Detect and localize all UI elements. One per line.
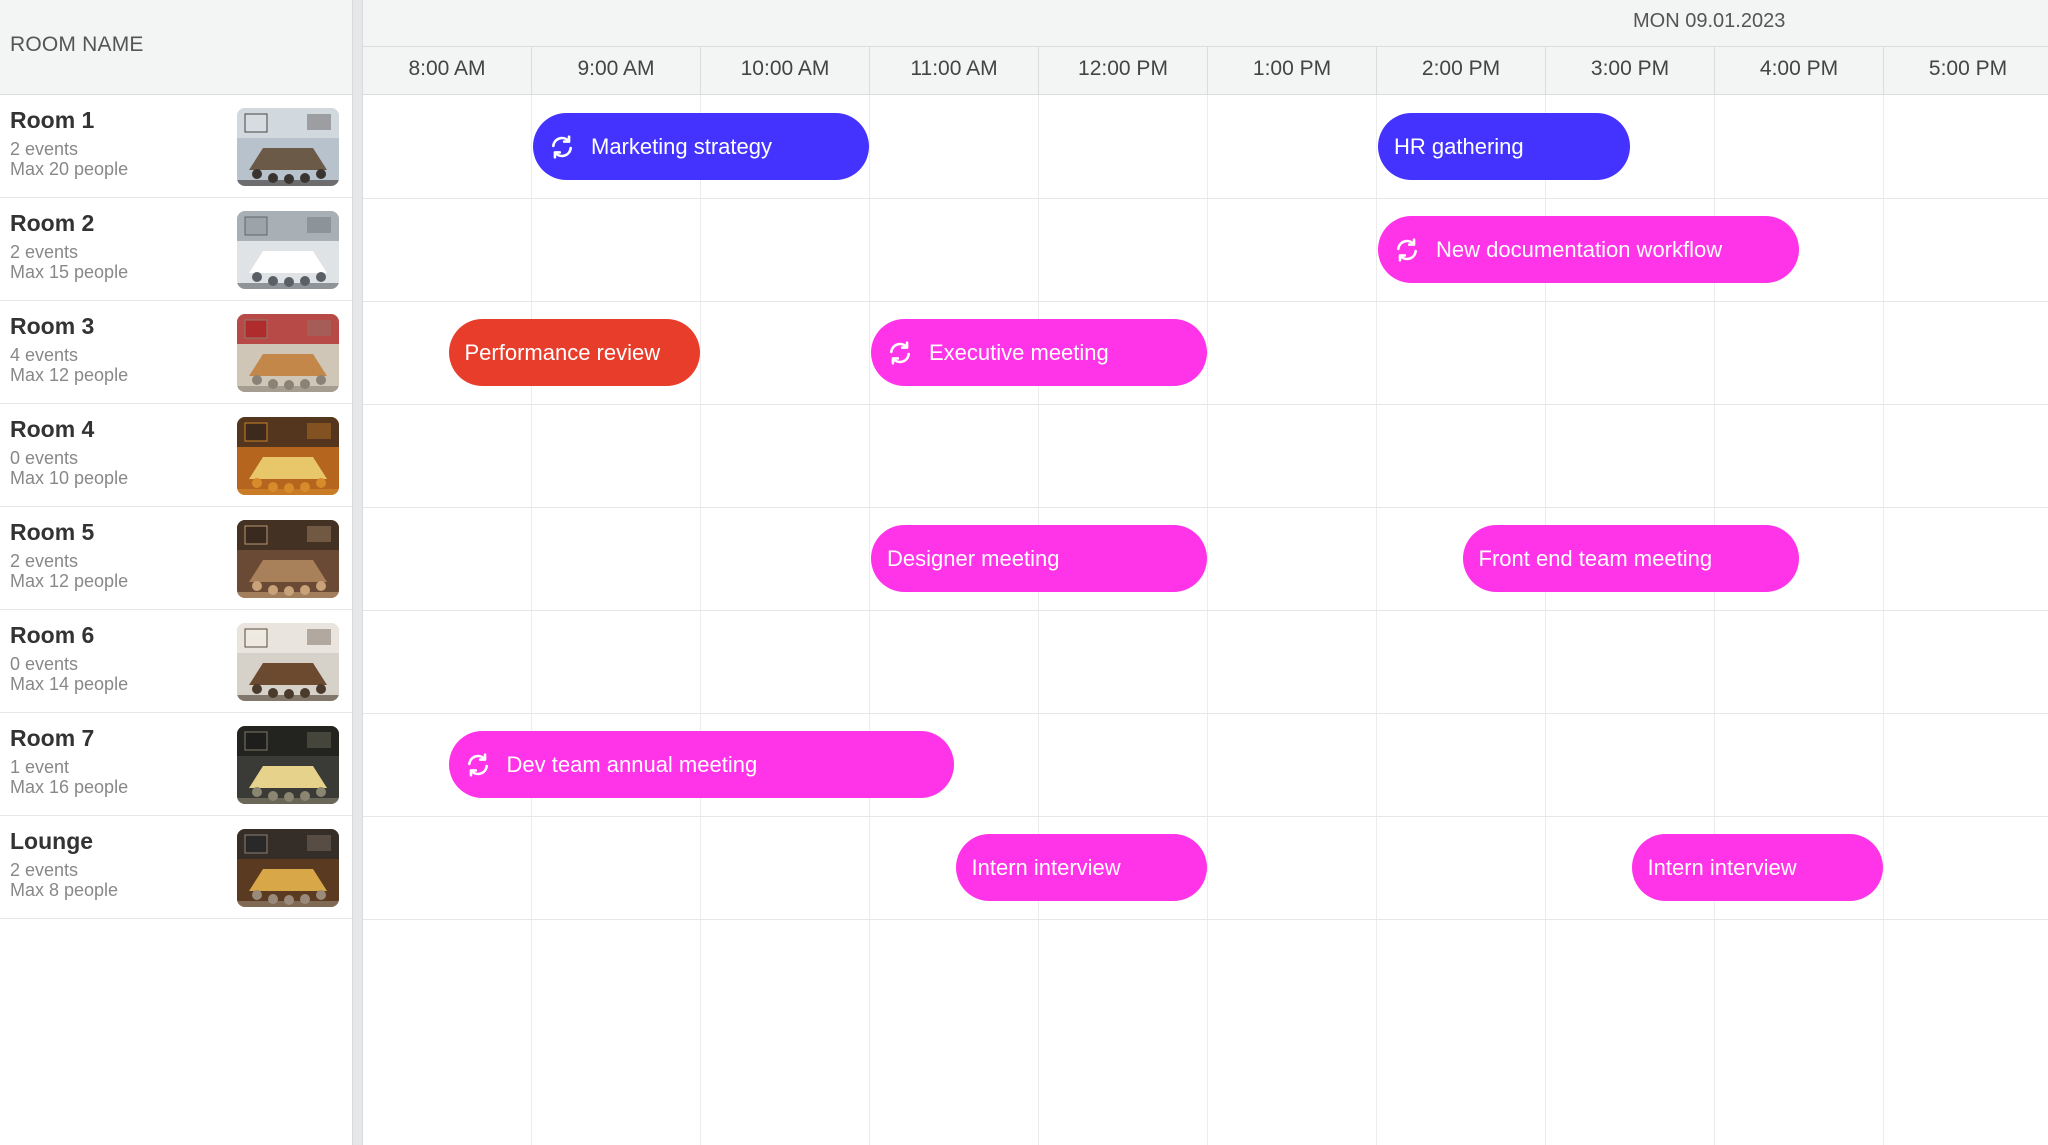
conference-room-photo <box>237 726 339 804</box>
timeline-header: MON 09.01.2023 8:00 AM 9:00 AM 10:00 AM 11:… <box>363 0 2048 96</box>
room-event-count: 0 events <box>10 448 79 468</box>
room-name: Room 5 <box>10 519 95 545</box>
room-event-count: 2 events <box>10 139 79 159</box>
event-block[interactable]: Intern interview <box>1631 834 1883 901</box>
event-title: Performance review <box>464 339 661 365</box>
grid-row-line <box>363 301 2048 302</box>
event-title: Front end team meeting <box>1478 545 1713 571</box>
event-title: New documentation workflow <box>1436 236 1723 262</box>
conference-room-photo <box>237 314 339 392</box>
grid-column-line <box>1038 95 1039 1145</box>
recurring-icon <box>1394 237 1420 263</box>
recurring-icon <box>465 752 491 778</box>
room-event-count: 0 events <box>10 654 79 674</box>
room-name: Room 4 <box>10 416 95 442</box>
date-label: MON 09.01.2023 <box>1633 10 1786 32</box>
room-event-count: 2 events <box>10 242 79 262</box>
room-name: Room 3 <box>10 313 95 339</box>
lounge-photo <box>237 829 339 907</box>
room-capacity: Max 10 people <box>10 468 129 488</box>
hours-row: 8:00 AM 9:00 AM 10:00 AM 11:00 AM 12:00 PM 1:… <box>363 46 2048 96</box>
hour-label: 10:00 AM <box>701 47 870 96</box>
room-event-count: 2 events <box>10 551 79 571</box>
hour-label: 3:00 PM <box>1546 47 1715 96</box>
hour-label: 11:00 AM <box>870 47 1039 96</box>
grid-row-line <box>363 919 2048 920</box>
event-block[interactable]: Executive meeting <box>871 319 1207 386</box>
event-block[interactable]: New documentation workflow <box>1378 216 1799 283</box>
grid-column-line <box>869 95 870 1145</box>
conference-room-photo <box>237 520 339 598</box>
room-capacity: Max 12 people <box>10 365 129 385</box>
event-title: Intern interview <box>1647 854 1797 880</box>
room-row[interactable]: Room 4 0 events Max 10 people <box>0 404 352 507</box>
room-row[interactable]: Room 3 4 events Max 12 people <box>0 301 352 404</box>
event-title: Designer meeting <box>887 545 1060 571</box>
room-capacity: Max 20 people <box>10 159 129 179</box>
room-row[interactable]: Room 5 2 events Max 12 people <box>0 507 352 610</box>
room-event-count: 4 events <box>10 345 79 365</box>
room-capacity: Max 12 people <box>10 571 129 591</box>
hour-label: 9:00 AM <box>532 47 701 96</box>
event-title: Intern interview <box>971 854 1121 880</box>
hour-label: 12:00 PM <box>1039 47 1208 96</box>
room-name: Room 7 <box>10 725 95 751</box>
room-row[interactable]: Room 2 2 events Max 15 people <box>0 198 352 301</box>
event-block[interactable]: Performance review <box>448 319 700 386</box>
hour-label: 1:00 PM <box>1208 47 1377 96</box>
event-title: HR gathering <box>1394 133 1524 159</box>
event-block[interactable]: Dev team annual meeting <box>448 731 954 798</box>
room-name: Room 1 <box>10 107 95 133</box>
grid-column-line <box>531 95 532 1145</box>
room-capacity: Max 8 people <box>10 880 119 900</box>
hour-label: 5:00 PM <box>1884 47 2048 96</box>
room-event-count: 2 events <box>10 860 79 880</box>
room-row[interactable]: Room 7 1 event Max 16 people <box>0 713 352 816</box>
column-splitter[interactable] <box>352 0 363 1145</box>
grid-row-line <box>363 816 2048 817</box>
room-row[interactable]: Room 1 2 events Max 20 people <box>0 95 352 198</box>
event-title: Executive meeting <box>929 339 1109 365</box>
grid-row-line <box>363 713 2048 714</box>
room-capacity: Max 14 people <box>10 674 129 694</box>
hour-label: 2:00 PM <box>1377 47 1546 96</box>
conference-room-photo <box>237 108 339 186</box>
event-block[interactable]: Intern interview <box>955 834 1207 901</box>
grid-column-line <box>1207 95 1208 1145</box>
grid-column-line <box>1883 95 1884 1145</box>
grid-row-line <box>363 198 2048 199</box>
room-name: Room 2 <box>10 210 95 236</box>
grid-row-line <box>363 404 2048 405</box>
hour-label: 4:00 PM <box>1715 47 1884 96</box>
event-title: Marketing strategy <box>591 133 772 159</box>
event-block[interactable]: Front end team meeting <box>1462 525 1799 592</box>
recurring-icon <box>887 340 913 366</box>
event-block[interactable]: HR gathering <box>1378 113 1630 180</box>
conference-room-photo <box>237 623 339 701</box>
grid-column-line <box>1376 95 1377 1145</box>
event-block[interactable]: Marketing strategy <box>533 113 869 180</box>
recurring-icon <box>549 134 575 160</box>
conference-room-photo <box>237 417 339 495</box>
room-row[interactable]: Lounge 2 events Max 8 people <box>0 816 352 919</box>
room-list-title: ROOM NAME <box>10 33 144 56</box>
grid-row-line <box>363 610 2048 611</box>
room-event-count: 1 event <box>10 757 70 777</box>
event-title: Dev team annual meeting <box>506 751 758 777</box>
room-list-header: ROOM NAME <box>0 0 352 95</box>
room-capacity: Max 15 people <box>10 262 129 282</box>
grid-row-line <box>363 507 2048 508</box>
room-name: Room 6 <box>10 622 95 648</box>
room-list: ROOM NAME Room 12 events Max 20 people Ro… <box>0 0 352 1145</box>
room-capacity: Max 16 people <box>10 777 129 797</box>
grid-column-line <box>700 95 701 1145</box>
room-row[interactable]: Room 6 0 events Max 14 people <box>0 610 352 713</box>
event-block[interactable]: Designer meeting <box>871 525 1207 592</box>
hour-label: 8:00 AM <box>363 47 532 96</box>
timeline: MON 09.01.2023 8:00 AM 9:00 AM 10:00 AM 11:… <box>363 0 2048 1145</box>
room-name: Lounge <box>10 828 94 854</box>
conference-room-photo <box>237 211 339 289</box>
